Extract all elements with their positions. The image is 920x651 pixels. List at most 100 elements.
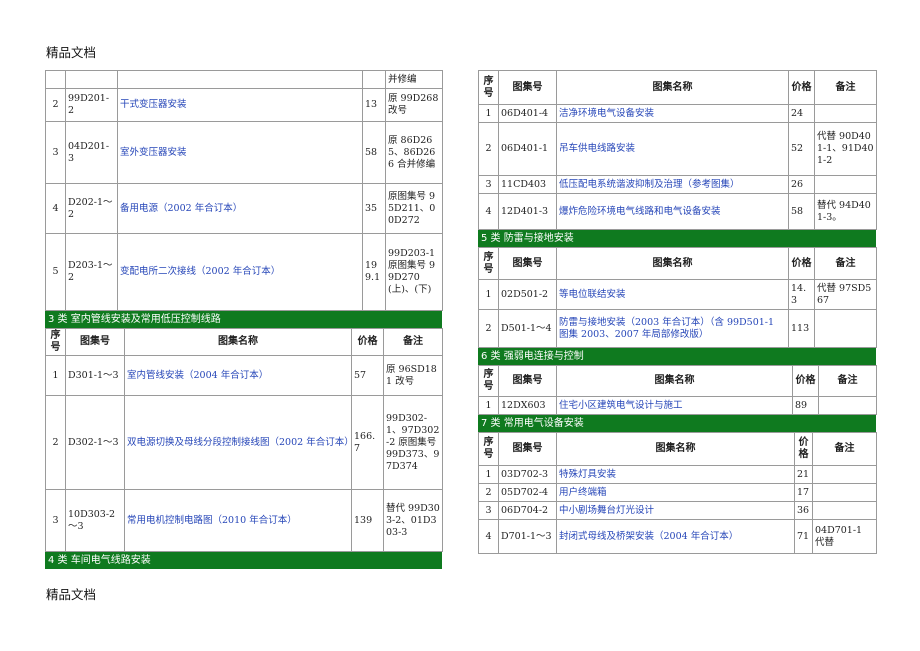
- col-no: 序号: [45, 328, 66, 356]
- table-row: 3 06D704-2 中小剧场舞台灯光设计 36: [478, 501, 877, 520]
- table-row: 4 D701-1～3 封闭式母线及桥架安装（2004 年合订本） 71 04D701-1…: [478, 519, 877, 554]
- table-row: 3 10D303-2～3 常用电机控制电路图（2010 年合订本） 139 替代 99D…: [45, 489, 443, 552]
- atlas-name-cell: 常用电机控制电路图（2010 年合订本）: [124, 489, 352, 552]
- page-footer: 精品文档: [46, 587, 97, 602]
- table-row: 4 D202-1～2 备用电源（2002 年合订本） 35 原图集号 95D211、00…: [45, 183, 443, 234]
- section7-table: 序号 图集号 图集名称 价格 备注 1 03D702-3 特殊灯具安装 21 2 05D7…: [478, 432, 877, 554]
- atlas-name-cell: 室外变压器安装: [117, 121, 363, 184]
- col-name: 图集名称: [556, 247, 789, 280]
- table-row: 2 05D702-4 用户终端箱 17: [478, 483, 877, 502]
- remark-cell: 代替 97SD567: [814, 279, 877, 310]
- table-row: 5 D203-1～2 变配电所二次接线（2002 年合订本） 199.1 99D203-…: [45, 233, 443, 311]
- remark-cell: 04D701-1 代替: [812, 519, 877, 554]
- atlas-code-cell: 11CD403: [498, 175, 557, 194]
- price-cell: 14.3: [788, 279, 815, 310]
- col-name: 图集名称: [556, 365, 793, 397]
- row-number-cell: 3: [478, 501, 499, 520]
- atlas-name-cell: 双电源切换及母线分段控制接线图（2002 年合订本）: [124, 395, 352, 490]
- price-cell: 26: [788, 175, 815, 194]
- price-cell: 57: [351, 355, 384, 396]
- atlas-code-cell: 99D201-2: [65, 88, 118, 122]
- left-column: 并修编 2 99D201-2 干式变压器安装 13 原 99D268 改号 3 04D201-…: [45, 70, 443, 569]
- col-no: 序号: [478, 432, 499, 466]
- atlas-code-cell: [65, 70, 118, 89]
- remark-cell: [812, 465, 877, 484]
- remark-cell: [812, 501, 877, 520]
- row-number-cell: 4: [45, 183, 66, 234]
- atlas-code-cell: D203-1～2: [65, 233, 118, 311]
- atlas-code-cell: D302-1～3: [65, 395, 125, 490]
- remark-cell: 替代 94D401-3。: [814, 193, 877, 230]
- price-cell: 35: [362, 183, 386, 234]
- table-row: 1 06D401-4 洁净环境电气设备安装 24: [478, 104, 877, 123]
- row-number-cell: 1: [478, 396, 499, 415]
- table-row: 1 02D501-2 等电位联结安装 14.3 代替 97SD567: [478, 279, 877, 310]
- col-price: 价格: [351, 328, 384, 356]
- section7-title: 7 类 常用电气设备安装: [478, 415, 876, 432]
- price-cell: 166.7: [351, 395, 384, 490]
- remark-cell: 原 96SD181 改号: [383, 355, 443, 396]
- atlas-code-cell: 10D303-2～3: [65, 489, 125, 552]
- table-row: 1 03D702-3 特殊灯具安装 21: [478, 465, 877, 484]
- col-name: 图集名称: [556, 70, 789, 105]
- atlas-code-cell: D202-1～2: [65, 183, 118, 234]
- section6-title: 6 类 强弱电连接与控制: [478, 348, 876, 365]
- table-row: 2 D302-1～3 双电源切换及母线分段控制接线图（2002 年合订本） 166.7…: [45, 395, 443, 490]
- remark-cell: 原 86D265、86D266 合并修编: [385, 121, 443, 184]
- atlas-name-cell: 室内管线安装（2004 年合订本）: [124, 355, 352, 396]
- atlas-name-cell: 爆炸危险环境电气线路和电气设备安装: [556, 193, 789, 230]
- price-cell: 71: [794, 519, 813, 554]
- atlas-code-cell: 03D702-3: [498, 465, 557, 484]
- table-row: 4 12D401-3 爆炸危险环境电气线路和电气设备安装 58 替代 94D401-3。: [478, 193, 877, 230]
- atlas-name-cell: 用户终端箱: [556, 483, 795, 502]
- section5-table: 序号 图集号 图集名称 价格 备注 1 02D501-2 等电位联结安装 14.3 代替…: [478, 247, 877, 348]
- atlas-name-cell: 住宅小区建筑电气设计与施工: [556, 396, 793, 415]
- col-name: 图集名称: [124, 328, 352, 356]
- atlas-name-cell: 变配电所二次接线（2002 年合订本）: [117, 233, 363, 311]
- remark-cell: 99D203-1 原图集号 99D270(上)、(下): [385, 233, 443, 311]
- atlas-name-cell: 低压配电系统谐波抑制及治理（参考图集）: [556, 175, 789, 194]
- row-number-cell: 2: [45, 395, 66, 490]
- remark-cell: 原图集号 95D211、00D272: [385, 183, 443, 234]
- remark-cell: [814, 175, 877, 194]
- col-code: 图集号: [498, 70, 557, 105]
- atlas-name-cell: 吊车供电线路安装: [556, 122, 789, 176]
- row-number-cell: 2: [45, 88, 66, 122]
- remark-cell: 99D302-1、97D302-2 原图集号 99D373、97D374: [383, 395, 443, 490]
- table-row: 3 11CD403 低压配电系统谐波抑制及治理（参考图集） 26: [478, 175, 877, 194]
- col-note: 备注: [383, 328, 443, 356]
- row-number-cell: 2: [478, 483, 499, 502]
- section6-table: 序号 图集号 图集名称 价格 备注 1 12DX603 住宅小区建筑电气设计与施工 8…: [478, 365, 877, 415]
- price-cell: 52: [788, 122, 815, 176]
- atlas-code-cell: 12DX603: [498, 396, 557, 415]
- section4-title: 4 类 车间电气线路安装: [45, 552, 442, 569]
- table-row: 3 04D201-3 室外变压器安装 58 原 86D265、86D266 合并修编: [45, 121, 443, 184]
- row-number-cell: 5: [45, 233, 66, 311]
- col-note: 备注: [814, 70, 877, 105]
- price-cell: 58: [788, 193, 815, 230]
- price-cell: 13: [362, 88, 386, 122]
- price-cell: 21: [794, 465, 813, 484]
- row-number-cell: 3: [478, 175, 499, 194]
- row-number-cell: 1: [478, 279, 499, 310]
- remark-cell: [812, 483, 877, 502]
- col-price: 价格: [792, 365, 819, 397]
- price-cell: 139: [351, 489, 384, 552]
- remark-cell: 替代 99D303-2、01D303-3: [383, 489, 443, 552]
- col-note: 备注: [814, 247, 877, 280]
- atlas-name-cell: 特殊灯具安装: [556, 465, 795, 484]
- col-note: 备注: [818, 365, 877, 397]
- page-header: 精品文档: [46, 45, 97, 60]
- remark-cell: [814, 104, 877, 123]
- col-no: 序号: [478, 247, 499, 280]
- section3-title: 3 类 室内管线安装及常用低压控制线路: [45, 311, 442, 328]
- table-row: 1 12DX603 住宅小区建筑电气设计与施工 89: [478, 396, 877, 415]
- row-number-cell: 1: [45, 355, 66, 396]
- atlas-code-cell: D501-1～4: [498, 309, 557, 348]
- remark-cell: 原 99D268 改号: [385, 88, 443, 122]
- table-row: 2 06D401-1 吊车供电线路安装 52 代替 90D401-1、91D401-2: [478, 122, 877, 176]
- price-cell: 199.1: [362, 233, 386, 311]
- col-price: 价格: [794, 432, 813, 466]
- price-cell: 17: [794, 483, 813, 502]
- remark-cell: 并修编: [385, 70, 443, 89]
